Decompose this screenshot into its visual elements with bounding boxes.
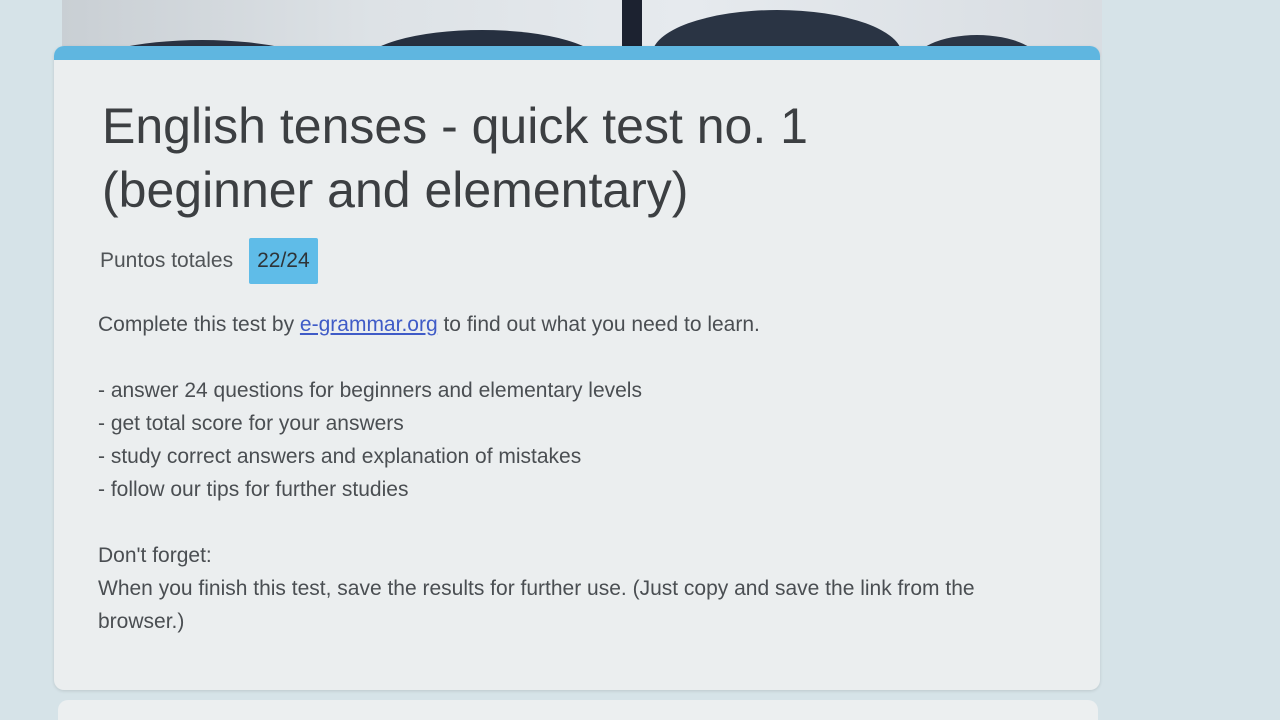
form-title: English tenses - quick test no. 1 (begin… [102, 94, 1002, 222]
reminder-heading: Don't forget: [98, 544, 212, 567]
next-question-card [58, 700, 1098, 720]
intro-prefix: Complete this test by [98, 313, 300, 336]
bullet-item: - study correct answers and explanation … [98, 445, 582, 468]
intro-suffix: to find out what you need to learn. [437, 313, 760, 336]
total-points-row: Puntos totales 22/24 [100, 238, 318, 284]
form-title-line1: English tenses - quick test no. 1 [102, 98, 808, 154]
intro-line: Complete this test by e-grammar.org to f… [98, 308, 1058, 341]
bullet-item: - follow our tips for further studies [98, 478, 409, 501]
score-badge: 22/24 [249, 238, 318, 284]
bullet-item: - get total score for your answers [98, 412, 404, 435]
total-points-label: Puntos totales [100, 249, 234, 272]
egrammar-link[interactable]: e-grammar.org [300, 313, 438, 336]
bullet-item: - answer 24 questions for beginners and … [98, 379, 642, 402]
form-header-card: English tenses - quick test no. 1 (begin… [54, 46, 1100, 690]
form-title-line2: (beginner and elementary) [102, 162, 689, 218]
reminder-text: When you finish this test, save the resu… [98, 577, 975, 633]
accent-bar [54, 46, 1100, 60]
form-description: Complete this test by e-grammar.org to f… [98, 308, 1058, 638]
